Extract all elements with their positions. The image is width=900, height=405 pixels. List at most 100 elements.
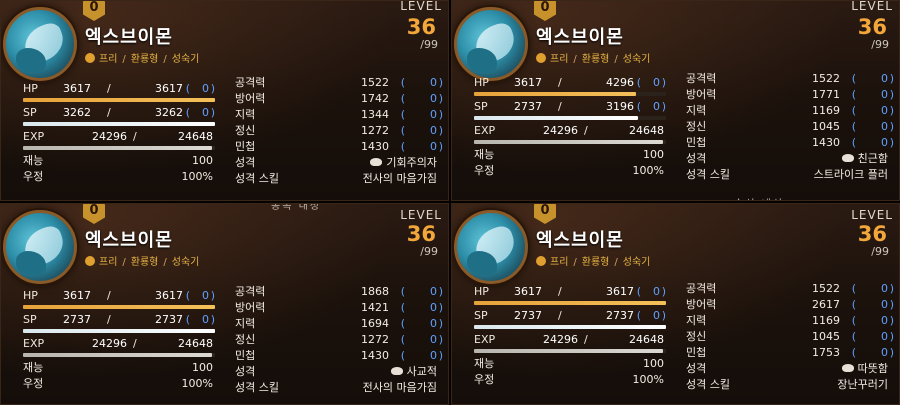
sp-max: 2737 [155, 313, 183, 326]
hp-label: HP [23, 82, 38, 95]
digimon-comparison-grid: 0 엑스브이몬 프리 / 환룡형 / 성숙기 LEVEL 36 /99 HP 3617 … [0, 0, 900, 405]
stat-bonus: 0 [430, 349, 437, 362]
paren-close: ) [438, 76, 443, 89]
stat-row: 방어력 1771 (0) [686, 87, 894, 103]
tag-separator: / [573, 257, 577, 268]
stat-bonus: 0 [881, 120, 888, 133]
paren-close: ) [889, 346, 894, 359]
hp-row: HP 3617 / 3617 ( 0 ) [23, 288, 215, 304]
paren-close: ) [210, 82, 215, 95]
hp-row: HP 3617 / 4296 ( 0 ) [474, 75, 666, 91]
tag-separator: / [122, 257, 126, 268]
hp-bar [23, 305, 215, 309]
slash: / [558, 100, 562, 113]
friendship-label: 우정 [23, 377, 44, 390]
coin-icon [85, 256, 95, 266]
stat-label: 지력 [235, 317, 256, 330]
stat-value: 1272 [361, 124, 389, 137]
stat-bonus: 0 [430, 333, 437, 346]
paren-open: ( [851, 282, 856, 295]
stat-value: 1169 [812, 104, 840, 117]
stat-value: 1753 [812, 346, 840, 359]
personality-value-wrap: 기회주의자 [370, 155, 437, 171]
hp-label: HP [474, 285, 489, 298]
sp-bar-fill [474, 116, 639, 120]
stat-row: 공격력 1868 (0) [235, 284, 443, 300]
paren-close: ) [889, 136, 894, 149]
friendship-value: 100% [181, 170, 213, 183]
stats-column: 공격력 1868(0) 방어력 1421(0) 지력 1694(0) 정신 1272(0) 민첩… [235, 284, 443, 396]
sp-row: SP 2737 / 2737 ( 0 ) [23, 312, 215, 328]
stat-label: 정신 [686, 120, 707, 133]
digimon-portrait [454, 210, 528, 284]
sp-label: SP [23, 106, 37, 119]
mind-icon [841, 154, 854, 162]
sp-bar-fill [474, 325, 666, 329]
paren-open: ( [851, 120, 856, 133]
paren-open: ( [636, 100, 641, 113]
sp-max: 2737 [606, 309, 634, 322]
stat-row: 정신 1045 (0) [686, 329, 894, 345]
personality-skill-row: 성격 스킬 스트라이크 플러 [686, 167, 894, 183]
stat-value: 1430 [361, 140, 389, 153]
stat-bonus: 0 [881, 104, 888, 117]
hp-bonus: 0 [202, 289, 209, 302]
stat-bonus: 0 [881, 330, 888, 343]
stat-row: 민첩 1753 (0) [686, 345, 894, 361]
stat-value: 1522 [361, 76, 389, 89]
personality-skill-row: 성격 스킬 전사의 마음가짐 [235, 171, 443, 187]
stat-value: 1169 [812, 314, 840, 327]
stat-row: 민첩 1430 (0) [235, 139, 443, 155]
stat-row: 공격력 1522 (0) [686, 71, 894, 87]
paren-close: ) [438, 301, 443, 314]
sp-max: 3196 [606, 100, 634, 113]
paren-open: ( [636, 76, 641, 89]
stat-value: 1272 [361, 333, 389, 346]
paren-close: ) [438, 124, 443, 137]
talent-value: 100 [192, 154, 213, 167]
sp-max: 3262 [155, 106, 183, 119]
stats-list: 공격력 1522(0) 방어력 1742(0) 지력 1344(0) 정신 1272(0) 민첩… [235, 75, 443, 155]
tag-separator: / [614, 54, 618, 65]
personality-row: 성격 사교적 [235, 364, 443, 380]
hp-max: 3617 [155, 82, 183, 95]
level-max: /99 [871, 38, 889, 51]
sp-bonus: 0 [202, 106, 209, 119]
stat-value: 1522 [812, 282, 840, 295]
talent-value: 100 [643, 357, 664, 370]
sp-bonus: 0 [653, 309, 660, 322]
friendship-row: 우정 100% [474, 372, 666, 388]
paren-open: ( [400, 108, 405, 121]
stats-list: 공격력 1522(0) 방어력 2617(0) 지력 1169(0) 정신 1045(0) 민첩… [686, 281, 894, 361]
personality-value-wrap: 따뜻함 [841, 361, 888, 377]
tag-separator: / [122, 54, 126, 65]
tag-separator: / [163, 54, 167, 65]
digimon-portrait [3, 210, 77, 284]
tag-stage: 성숙기 [622, 257, 651, 268]
hp-bar-fill [474, 92, 636, 96]
paren-close: ) [438, 285, 443, 298]
paren-open: ( [400, 140, 405, 153]
hp-label: HP [23, 289, 38, 302]
hp-bonus: 0 [653, 76, 660, 89]
personality-label: 성격 [686, 362, 707, 375]
friendship-row: 우정 100% [474, 163, 666, 179]
stat-value: 1421 [361, 301, 389, 314]
stat-bonus: 0 [430, 301, 437, 314]
slash: / [107, 82, 111, 95]
personality-label: 성격 [235, 365, 256, 378]
friendship-value: 100% [632, 164, 664, 177]
personality-value-wrap: 사교적 [390, 364, 437, 380]
level-value: 36 [406, 15, 436, 39]
footer-overlay-text: 종족 내성 [271, 203, 321, 212]
paren-open: ( [185, 82, 190, 95]
paren-close: ) [210, 289, 215, 302]
digimon-name: 엑스브이몬 [85, 230, 173, 251]
digimon-tags: 프리 / 환룡형 / 성숙기 [85, 253, 199, 268]
paren-close: ) [438, 317, 443, 330]
level-label: LEVEL [851, 208, 893, 222]
personality-label: 성격 [686, 152, 707, 165]
stat-row: 지력 1169 (0) [686, 103, 894, 119]
tag-family: 환룡형 [130, 54, 159, 65]
stat-label: 정신 [235, 333, 256, 346]
